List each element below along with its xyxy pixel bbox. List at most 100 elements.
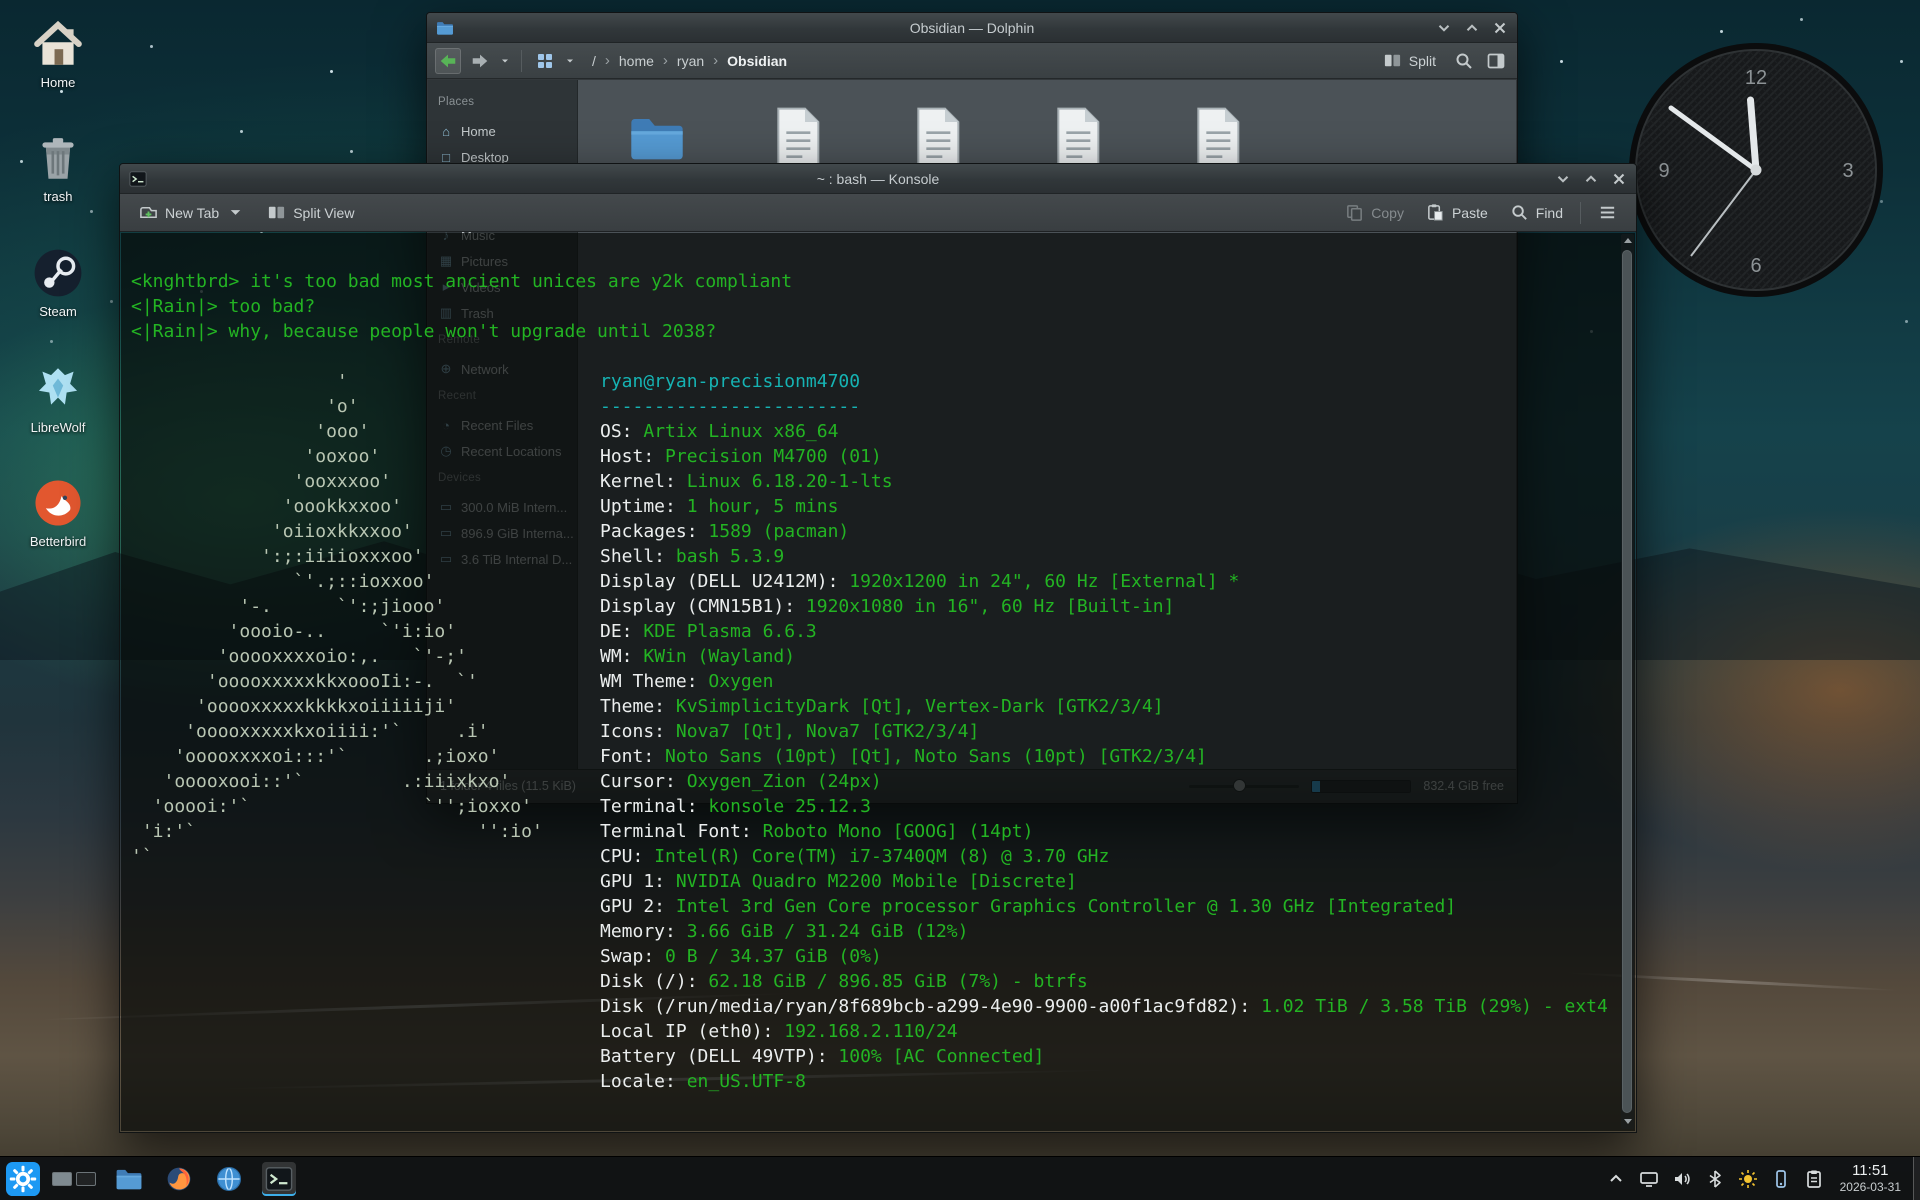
konsole-titlebar[interactable]: ~ : bash — Konsole bbox=[120, 164, 1636, 194]
fastfetch-key: Host: bbox=[600, 446, 654, 467]
taskbar-file-manager-icon[interactable] bbox=[112, 1162, 146, 1196]
fastfetch-key: Packages: bbox=[600, 521, 698, 542]
fastfetch-value: Intel 3rd Gen Core processor Graphics Co… bbox=[676, 896, 1456, 917]
fastfetch-key: Font: bbox=[600, 746, 654, 767]
minimize-button[interactable] bbox=[1554, 170, 1572, 188]
fastfetch-key: Display (CMN15B1): bbox=[600, 596, 795, 617]
taskbar-konsole-icon[interactable] bbox=[262, 1162, 296, 1196]
folder-icon[interactable] bbox=[628, 106, 686, 170]
desktop-icon-trash[interactable]: trash bbox=[12, 132, 104, 204]
fastfetch-key: Icons: bbox=[600, 721, 665, 742]
file-icon[interactable] bbox=[1048, 106, 1106, 170]
paste-button[interactable]: Paste bbox=[1417, 198, 1497, 227]
scroll-down-arrow[interactable] bbox=[1621, 1115, 1634, 1129]
chevron-down-icon[interactable] bbox=[564, 55, 576, 67]
places-item-home[interactable]: ⌂Home bbox=[428, 118, 577, 144]
close-button[interactable] bbox=[1491, 19, 1509, 37]
fastfetch-line: Icons: Nova7 [Qt], Nova7 [GTK2/3/4] bbox=[600, 719, 1619, 744]
fastfetch-key: Battery (DELL 49VTP): bbox=[600, 1046, 828, 1067]
taskbar: 11:51 2026-03-31 bbox=[0, 1156, 1920, 1200]
file-icon[interactable] bbox=[908, 106, 966, 170]
fastfetch-line: Disk (/run/media/ryan/8f689bcb-a299-4e90… bbox=[600, 994, 1619, 1019]
fastfetch-value: KvSimplicityDark [Qt], Vertex-Dark [GTK2… bbox=[676, 696, 1164, 717]
fastfetch-key: Cursor: bbox=[600, 771, 676, 792]
breadcrumb-separator: › bbox=[605, 52, 610, 69]
fastfetch-line: GPU 1: NVIDIA Quadro M2200 Mobile [Discr… bbox=[600, 869, 1619, 894]
breadcrumb-root[interactable]: / bbox=[592, 53, 596, 69]
view-mode-grid-icon[interactable] bbox=[532, 48, 558, 74]
breadcrumb-obsidian[interactable]: Obsidian bbox=[727, 53, 787, 69]
bluetooth-icon[interactable] bbox=[1705, 1169, 1725, 1189]
expand-tray-icon[interactable] bbox=[1606, 1169, 1626, 1189]
fastfetch-line: Display (CMN15B1): 1920x1080 in 16", 60 … bbox=[600, 594, 1619, 619]
file-icon[interactable] bbox=[1188, 106, 1246, 170]
show-desktop-button[interactable] bbox=[1913, 1157, 1920, 1200]
taskbar-globe-app-icon[interactable] bbox=[212, 1162, 246, 1196]
split-icon bbox=[1383, 51, 1402, 70]
terminal-scrollbar[interactable] bbox=[1621, 234, 1634, 1129]
taskbar-browser-icon[interactable] bbox=[162, 1162, 196, 1196]
find-label: Find bbox=[1536, 205, 1563, 221]
fastfetch-title: ryan@ryan-precisionm4700 bbox=[600, 369, 1619, 394]
fastfetch-value: bash 5.3.9 bbox=[676, 546, 784, 567]
fastfetch-line: Swap: 0 B / 34.37 GiB (0%) bbox=[600, 944, 1619, 969]
copy-label: Copy bbox=[1371, 205, 1404, 221]
maximize-button[interactable] bbox=[1582, 170, 1600, 188]
scrollbar-thumb[interactable] bbox=[1622, 250, 1632, 1113]
volume-icon[interactable] bbox=[1672, 1169, 1692, 1189]
clipboard-icon[interactable] bbox=[1804, 1169, 1824, 1189]
fastfetch-line: Locale: en_US.UTF-8 bbox=[600, 1069, 1619, 1094]
copy-button[interactable]: Copy bbox=[1336, 198, 1413, 227]
find-button[interactable]: Find bbox=[1501, 198, 1572, 227]
fastfetch-value: Roboto Mono [GOOG] (14pt) bbox=[763, 821, 1034, 842]
chevron-down-icon[interactable] bbox=[499, 55, 511, 67]
display-icon[interactable] bbox=[1639, 1169, 1659, 1189]
pager-desktop-1[interactable] bbox=[52, 1172, 72, 1186]
fastfetch-value: KWin (Wayland) bbox=[643, 646, 795, 667]
fastfetch-value: Linux 6.18.20-1-lts bbox=[687, 471, 893, 492]
analog-clock-widget[interactable]: 12 3 6 9 bbox=[1626, 40, 1886, 300]
split-button[interactable]: Split bbox=[1374, 47, 1445, 74]
fastfetch-key: Disk (/run/media/ryan/8f689bcb-a299-4e90… bbox=[600, 996, 1250, 1017]
panel-toggle-button[interactable] bbox=[1483, 48, 1509, 74]
night-color-icon[interactable] bbox=[1738, 1169, 1758, 1189]
fastfetch-line: OS: Artix Linux x86_64 bbox=[600, 419, 1619, 444]
paste-icon bbox=[1426, 203, 1445, 222]
scroll-up-arrow[interactable] bbox=[1621, 234, 1634, 248]
split-view-button[interactable]: Split View bbox=[258, 198, 363, 227]
breadcrumb-home[interactable]: home bbox=[619, 53, 654, 69]
new-tab-button[interactable]: New Tab bbox=[130, 198, 254, 227]
desktop-icon-steam[interactable]: Steam bbox=[12, 247, 104, 319]
desktop-icon-home[interactable]: Home bbox=[12, 18, 104, 90]
minimize-button[interactable] bbox=[1435, 19, 1453, 37]
forward-button[interactable] bbox=[467, 48, 493, 74]
terminal[interactable]: <knghtbrd> it's too bad most ancient uni… bbox=[121, 233, 1635, 1131]
file-icon[interactable] bbox=[768, 106, 826, 170]
fastfetch-value: 100% [AC Connected] bbox=[838, 1046, 1044, 1067]
fastfetch-line: Theme: KvSimplicityDark [Qt], Vertex-Dar… bbox=[600, 694, 1619, 719]
menu-button[interactable] bbox=[1589, 198, 1626, 227]
taskbar-clock[interactable]: 11:51 2026-03-31 bbox=[1840, 1162, 1901, 1196]
search-button[interactable] bbox=[1451, 48, 1477, 74]
fastfetch-key: GPU 2: bbox=[600, 896, 665, 917]
fastfetch-value: Artix Linux x86_64 bbox=[643, 421, 838, 442]
fastfetch-key: DE: bbox=[600, 621, 633, 642]
fastfetch-value: 1 hour, 5 mins bbox=[687, 496, 839, 517]
dolphin-toolbar: / › home › ryan › Obsidian Split bbox=[427, 43, 1517, 79]
fastfetch-key: CPU: bbox=[600, 846, 643, 867]
application-launcher-button[interactable] bbox=[6, 1162, 40, 1196]
fastfetch-value: 192.168.2.110/24 bbox=[784, 1021, 957, 1042]
dolphin-titlebar[interactable]: Obsidian — Dolphin bbox=[427, 13, 1517, 43]
pager-desktop-2[interactable] bbox=[76, 1172, 96, 1186]
irc-quote-block: <knghtbrd> it's too bad most ancient uni… bbox=[131, 269, 1619, 344]
breadcrumb-ryan[interactable]: ryan bbox=[677, 53, 704, 69]
virtual-desktop-pager[interactable] bbox=[52, 1172, 96, 1186]
fastfetch-key: Local IP (eth0): bbox=[600, 1021, 773, 1042]
close-button[interactable] bbox=[1610, 170, 1628, 188]
fastfetch-separator: ------------------------ bbox=[600, 394, 1619, 419]
desktop-icon-betterbird[interactable]: Betterbird bbox=[12, 477, 104, 549]
phone-icon[interactable] bbox=[1771, 1169, 1791, 1189]
back-button[interactable] bbox=[435, 48, 461, 74]
maximize-button[interactable] bbox=[1463, 19, 1481, 37]
desktop-icon-librewolf[interactable]: LibreWolf bbox=[12, 363, 104, 435]
